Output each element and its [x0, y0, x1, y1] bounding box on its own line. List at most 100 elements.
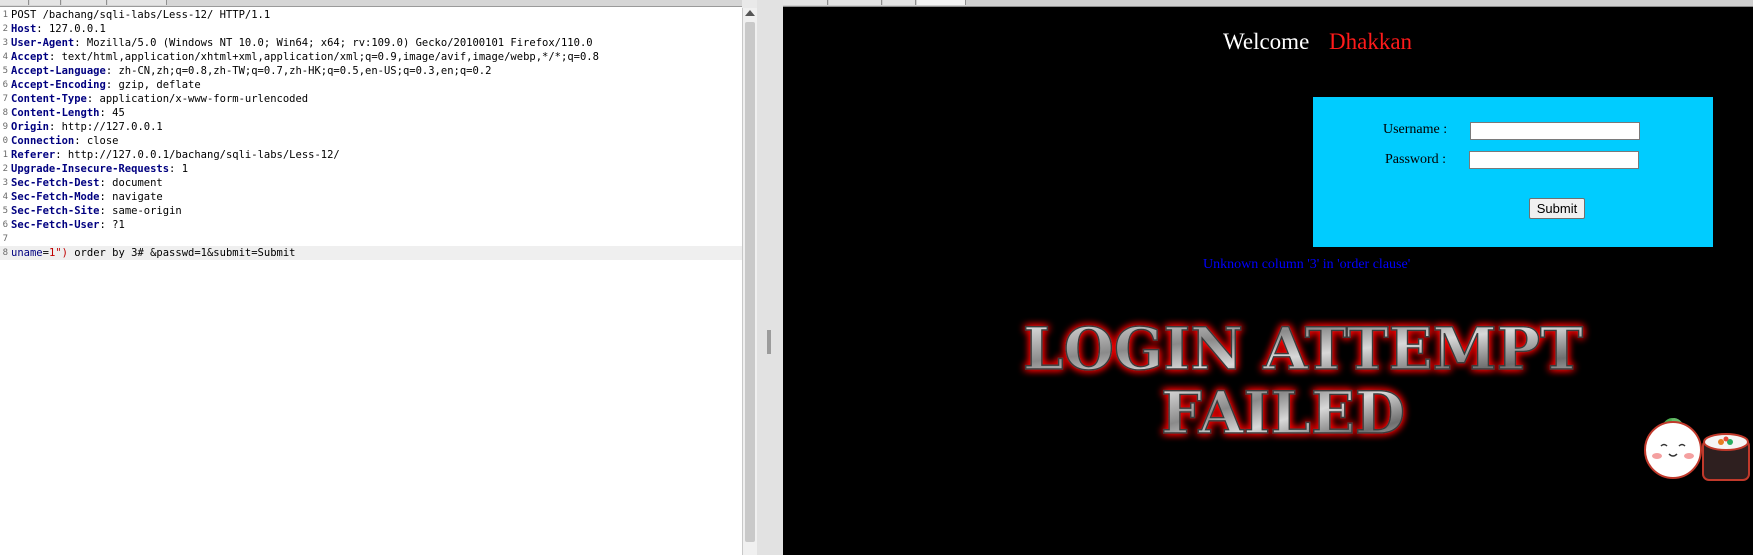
response-tab-render[interactable] — [917, 0, 966, 5]
line-number: 5 — [2, 206, 8, 216]
login-failed-banner: LOGIN ATTEMPT FAILED — [1022, 314, 1584, 448]
header-name: Referer — [11, 149, 56, 161]
header-value: http://127.0.0.1 — [61, 121, 163, 133]
banner-line-2: FAILED — [1161, 379, 1405, 447]
body-rest: order by 3# &passwd=1&submit=Submit — [67, 247, 296, 259]
header-separator: : — [105, 65, 119, 77]
request-tab-1[interactable] — [0, 0, 29, 5]
header-separator: : — [48, 51, 62, 63]
header-separator: : — [169, 163, 182, 175]
header-name: Host — [11, 23, 37, 35]
request-line: 6 Accept-Encoding: gzip, deflate — [0, 78, 742, 92]
header-value: same-origin — [112, 205, 182, 217]
request-line: 1 POST /bachang/sqli-labs/Less-12/ HTTP/1… — [0, 8, 742, 22]
sushi-roll-icon — [1702, 433, 1750, 481]
header-name: Accept-Encoding — [11, 79, 106, 91]
header-name: Accept-Language — [11, 65, 106, 77]
header-name: Sec-Fetch-Site — [11, 205, 100, 217]
header-separator: : — [36, 23, 49, 35]
header-name: Sec-Fetch-User — [11, 219, 100, 231]
sql-error-message: Unknown column '3' in 'order clause' — [1203, 257, 1411, 272]
header-value: application/x-www-form-urlencoded — [99, 93, 309, 105]
line-number: 1 — [2, 10, 8, 20]
mascot-sticker — [1644, 418, 1750, 481]
header-separator: : — [99, 107, 113, 119]
header-name: Content-Length — [11, 107, 100, 119]
request-line: 7 Content-Type: application/x-www-form-ur… — [0, 92, 742, 106]
header-separator: : — [105, 79, 119, 91]
response-tab-3[interactable] — [883, 0, 916, 5]
header-value: 1 — [181, 163, 189, 175]
line-number: 0 — [2, 136, 8, 146]
request-line: 4 Sec-Fetch-Mode: navigate — [0, 190, 742, 204]
request-tab-4[interactable] — [108, 0, 167, 5]
request-pane: 1 POST /bachang/sqli-labs/Less-12/ HTTP/1… — [0, 0, 757, 555]
request-tab-3[interactable] — [62, 0, 107, 5]
request-line: 4 Accept: text/html,application/xhtml+xml… — [0, 50, 742, 64]
scroll-up-arrow-icon[interactable] — [745, 10, 755, 16]
header-name: Origin — [11, 121, 49, 133]
line-number: 8 — [2, 108, 8, 118]
line-number: 4 — [2, 192, 8, 202]
header-separator: : — [99, 191, 113, 203]
welcome-label: Welcome — [1223, 29, 1310, 54]
request-line: 5 Sec-Fetch-Site: same-origin — [0, 204, 742, 218]
line-number: 2 — [2, 24, 8, 34]
header-separator: : — [86, 93, 100, 105]
request-line: 7 — [0, 232, 742, 246]
injection-payload: 1") — [48, 247, 68, 259]
password-input[interactable] — [1469, 151, 1639, 169]
header-name: Accept — [11, 51, 49, 63]
header-value: ?1 — [112, 219, 125, 231]
rendered-response: Welcome Dhakkan Username : Password : Su… — [783, 7, 1753, 555]
header-value: text/html,application/xhtml+xml,applicat… — [61, 51, 599, 63]
splitter-grip-icon[interactable] — [767, 330, 771, 354]
username-input[interactable] — [1470, 122, 1640, 140]
response-tab-2[interactable] — [829, 0, 882, 5]
line-number: 6 — [2, 220, 8, 230]
line-number: 3 — [2, 178, 8, 188]
request-line: 3 Sec-Fetch-Dest: document — [0, 176, 742, 190]
line-number: 2 — [2, 164, 8, 174]
header-value: document — [112, 177, 163, 189]
header-value: close — [86, 135, 119, 147]
header-name: Connection — [11, 135, 75, 147]
header-value: http://127.0.0.1/bachang/sqli-labs/Less-… — [67, 149, 340, 161]
header-name: Content-Type — [11, 93, 87, 105]
request-line: 1 Referer: http://127.0.0.1/bachang/sqli-… — [0, 148, 742, 162]
body-param-name: uname — [11, 247, 43, 259]
header-value: zh-CN,zh;q=0.8,zh-TW;q=0.7,zh-HK;q=0.5,e… — [118, 65, 492, 77]
login-form: Username : Password : Submit — [1313, 97, 1713, 247]
header-separator: : — [74, 37, 87, 49]
line-number: 1 — [2, 150, 8, 160]
line-number: 8 — [2, 248, 8, 258]
request-tab-2[interactable] — [30, 0, 61, 5]
request-editor[interactable]: 1 POST /bachang/sqli-labs/Less-12/ HTTP/1… — [0, 8, 742, 555]
line-number: 4 — [2, 52, 8, 62]
request-line-text: POST /bachang/sqli-labs/Less-12/ HTTP/1.… — [11, 9, 271, 21]
header-value: Mozilla/5.0 (Windows NT 10.0; Win64; x64… — [86, 37, 593, 49]
banner-line-1: LOGIN ATTEMPT — [1023, 315, 1583, 383]
header-value: navigate — [112, 191, 163, 203]
username-label: Username : — [1383, 122, 1448, 137]
line-number: 7 — [2, 94, 8, 104]
request-line: 5 Accept-Language: zh-CN,zh;q=0.8,zh-TW;q… — [0, 64, 742, 78]
header-separator: : — [55, 149, 68, 161]
line-number: 6 — [2, 80, 8, 90]
header-value: 45 — [112, 107, 125, 119]
editor-scrollbar[interactable] — [742, 8, 757, 555]
response-tab-1[interactable] — [783, 0, 828, 5]
scrollbar-thumb[interactable] — [745, 22, 755, 542]
request-line: 8 Content-Length: 45 — [0, 106, 742, 120]
request-line: 2 Host: 127.0.0.1 — [0, 22, 742, 36]
response-tab-strip — [783, 0, 1753, 7]
pane-splitter[interactable] — [757, 0, 783, 555]
request-line: 6 Sec-Fetch-User: ?1 — [0, 218, 742, 232]
request-body-line: 8 uname=1") order by 3# &passwd=1&submit=… — [0, 246, 742, 260]
header-separator: : — [99, 219, 113, 231]
submit-button[interactable]: Submit — [1529, 198, 1585, 219]
line-number: 3 — [2, 38, 8, 48]
request-line: 0 Connection: close — [0, 134, 742, 148]
header-separator: : — [48, 121, 62, 133]
mascot-rice-ball-icon — [1644, 421, 1702, 479]
